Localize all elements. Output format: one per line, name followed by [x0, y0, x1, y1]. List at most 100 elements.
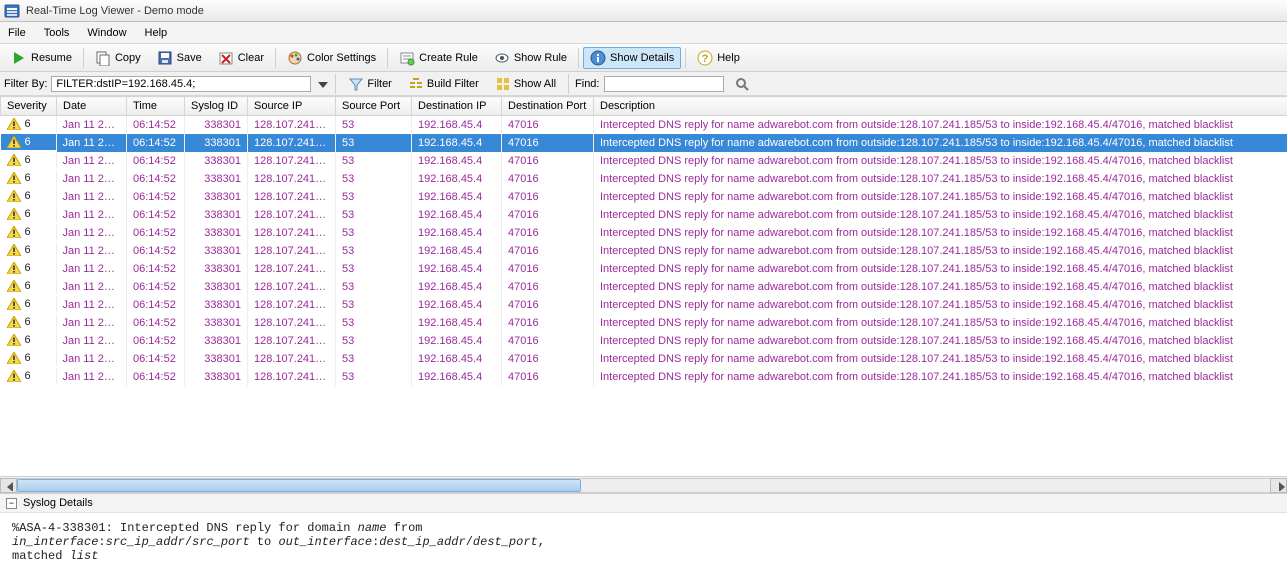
create-rule-button[interactable]: Create Rule	[392, 47, 485, 69]
separator	[275, 48, 276, 68]
color-settings-button[interactable]: Color Settings	[280, 47, 383, 69]
show-all-button[interactable]: Show All	[489, 74, 562, 94]
table-row[interactable]: 6Jan 11 201006:14:52338301128.107.241.18…	[1, 296, 1287, 314]
table-row[interactable]: 6Jan 11 201006:14:52338301128.107.241.18…	[1, 116, 1287, 134]
cell-dest-ip: 192.168.45.4	[412, 296, 502, 314]
cell-description: Intercepted DNS reply for name adwarebot…	[594, 314, 1287, 332]
cell-source-ip: 128.107.241.185	[248, 296, 336, 314]
cell-dest-ip: 192.168.45.4	[412, 134, 502, 152]
build-filter-button[interactable]: Build Filter	[402, 74, 485, 94]
table-row[interactable]: 6Jan 11 201006:14:52338301128.107.241.18…	[1, 278, 1287, 296]
col-date[interactable]: Date	[57, 97, 127, 116]
horizontal-scrollbar[interactable]	[0, 476, 1287, 493]
toolbar: Resume Copy Save Clear Color Settings Cr…	[0, 44, 1287, 72]
search-button[interactable]	[728, 74, 756, 94]
table-row[interactable]: 6Jan 11 201006:14:52338301128.107.241.18…	[1, 152, 1287, 170]
cell-date: Jan 11 2010	[57, 278, 127, 296]
menu-bar: File Tools Window Help	[0, 22, 1287, 44]
cell-description: Intercepted DNS reply for name adwarebot…	[594, 224, 1287, 242]
filter-label: Filter	[367, 78, 391, 90]
filter-bar: Filter By: Filter Build Filter Show All …	[0, 72, 1287, 96]
filter-dropdown-button[interactable]	[315, 76, 329, 92]
table-row[interactable]: 6Jan 11 201006:14:52338301128.107.241.18…	[1, 350, 1287, 368]
warning-icon	[7, 154, 21, 166]
cell-dest-port: 47016	[502, 350, 594, 368]
find-input[interactable]	[604, 76, 724, 92]
cell-dest-port: 47016	[502, 260, 594, 278]
cell-syslog-id: 338301	[185, 260, 248, 278]
info-icon	[590, 50, 606, 66]
filter-button[interactable]: Filter	[342, 74, 397, 94]
show-details-button[interactable]: Show Details	[583, 47, 681, 69]
show-rule-button[interactable]: Show Rule	[487, 47, 574, 69]
table-row[interactable]: 6Jan 11 201006:14:52338301128.107.241.18…	[1, 170, 1287, 188]
collapse-button[interactable]: −	[6, 498, 17, 509]
warning-icon	[7, 370, 21, 382]
cell-syslog-id: 338301	[185, 152, 248, 170]
menu-tools[interactable]: Tools	[44, 27, 70, 39]
cell-time: 06:14:52	[127, 206, 185, 224]
save-button[interactable]: Save	[150, 47, 209, 69]
copy-button[interactable]: Copy	[88, 47, 148, 69]
col-description[interactable]: Description	[594, 97, 1287, 116]
cell-description: Intercepted DNS reply for name adwarebot…	[594, 278, 1287, 296]
cell-dest-port: 47016	[502, 206, 594, 224]
create-rule-label: Create Rule	[419, 52, 478, 64]
resume-button[interactable]: Resume	[4, 47, 79, 69]
table-row[interactable]: 6Jan 11 201006:14:52338301128.107.241.18…	[1, 224, 1287, 242]
cell-source-port: 53	[336, 314, 412, 332]
color-label: Color Settings	[307, 52, 376, 64]
cell-dest-ip: 192.168.45.4	[412, 206, 502, 224]
cell-description: Intercepted DNS reply for name adwarebot…	[594, 116, 1287, 134]
cell-source-ip: 128.107.241.185	[248, 278, 336, 296]
cell-source-port: 53	[336, 260, 412, 278]
find-label: Find:	[575, 78, 599, 90]
table-row[interactable]: 6Jan 11 201006:14:52338301128.107.241.18…	[1, 260, 1287, 278]
cell-time: 06:14:52	[127, 350, 185, 368]
warning-icon	[7, 136, 21, 148]
col-source-ip[interactable]: Source IP	[248, 97, 336, 116]
warning-icon	[7, 208, 21, 220]
col-time[interactable]: Time	[127, 97, 185, 116]
cell-description: Intercepted DNS reply for name adwarebot…	[594, 134, 1287, 152]
cell-severity: 6	[1, 242, 57, 258]
col-severity[interactable]: Severity	[1, 97, 57, 116]
table-row[interactable]: 6Jan 11 201006:14:52338301128.107.241.18…	[1, 134, 1287, 152]
cell-time: 06:14:52	[127, 368, 185, 386]
search-icon	[734, 76, 750, 92]
grid-icon	[495, 76, 511, 92]
clear-button[interactable]: Clear	[211, 47, 271, 69]
cell-dest-ip: 192.168.45.4	[412, 260, 502, 278]
table-row[interactable]: 6Jan 11 201006:14:52338301128.107.241.18…	[1, 188, 1287, 206]
help-button[interactable]: Help	[690, 47, 747, 69]
cell-syslog-id: 338301	[185, 170, 248, 188]
table-row[interactable]: 6Jan 11 201006:14:52338301128.107.241.18…	[1, 206, 1287, 224]
cell-severity: 6	[1, 260, 57, 276]
cell-severity: 6	[1, 314, 57, 330]
col-dest-ip[interactable]: Destination IP	[412, 97, 502, 116]
scroll-thumb[interactable]	[17, 479, 581, 492]
scroll-track[interactable]	[17, 478, 1270, 493]
table-row[interactable]: 6Jan 11 201006:14:52338301128.107.241.18…	[1, 314, 1287, 332]
scroll-left-button[interactable]	[0, 478, 17, 493]
cell-source-port: 53	[336, 116, 412, 134]
cell-source-port: 53	[336, 152, 412, 170]
menu-window[interactable]: Window	[87, 27, 126, 39]
table-row[interactable]: 6Jan 11 201006:14:52338301128.107.241.18…	[1, 368, 1287, 386]
cell-dest-port: 47016	[502, 332, 594, 350]
cell-source-port: 53	[336, 332, 412, 350]
menu-file[interactable]: File	[8, 27, 26, 39]
separator	[83, 48, 84, 68]
col-syslog-id[interactable]: Syslog ID	[185, 97, 248, 116]
menu-help[interactable]: Help	[145, 27, 168, 39]
table-row[interactable]: 6Jan 11 201006:14:52338301128.107.241.18…	[1, 332, 1287, 350]
cell-source-ip: 128.107.241.185	[248, 242, 336, 260]
filter-input[interactable]	[51, 76, 311, 92]
cell-dest-port: 47016	[502, 170, 594, 188]
scroll-right-button[interactable]	[1270, 478, 1287, 493]
cell-dest-port: 47016	[502, 314, 594, 332]
table-row[interactable]: 6Jan 11 201006:14:52338301128.107.241.18…	[1, 242, 1287, 260]
col-dest-port[interactable]: Destination Port	[502, 97, 594, 116]
cell-source-ip: 128.107.241.185	[248, 368, 336, 386]
col-source-port[interactable]: Source Port	[336, 97, 412, 116]
